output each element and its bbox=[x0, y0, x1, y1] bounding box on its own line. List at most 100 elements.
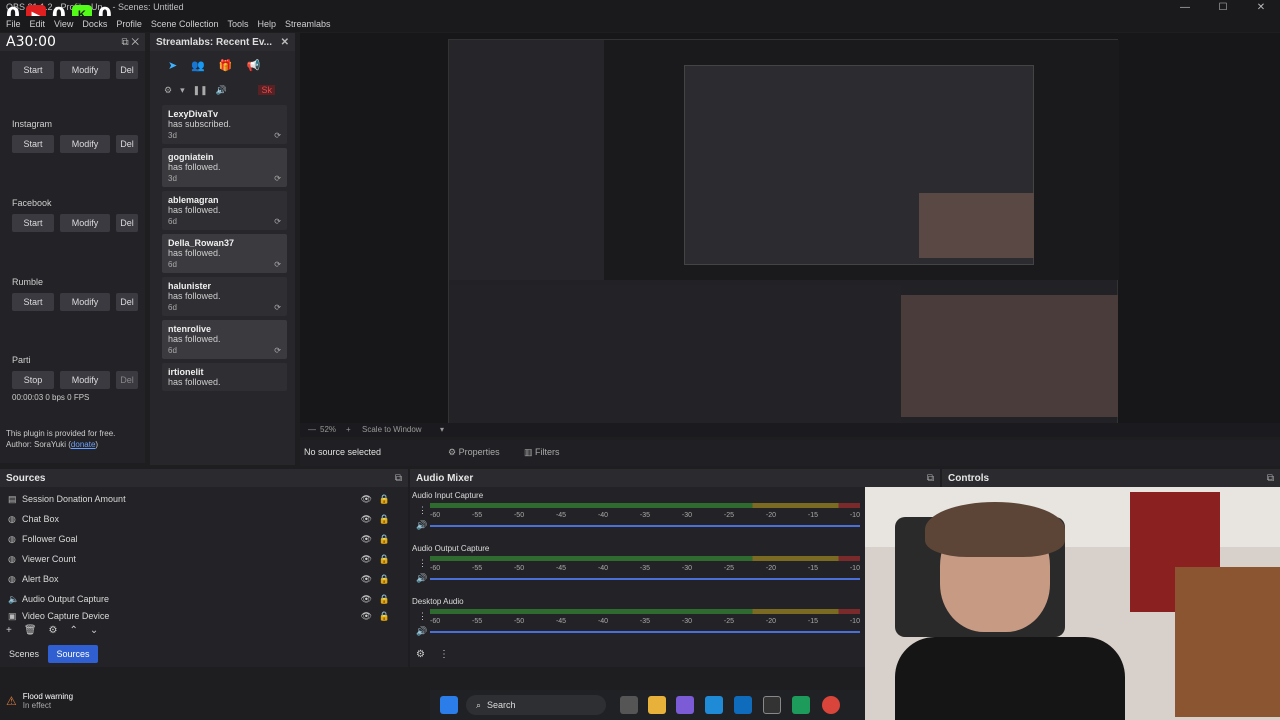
modify-button[interactable]: Modify bbox=[60, 214, 110, 232]
speaker-icon[interactable]: 🔊 bbox=[416, 626, 427, 637]
move-down-icon[interactable]: ⌄ bbox=[90, 625, 98, 636]
tab-scenes[interactable]: Scenes bbox=[0, 645, 48, 663]
modify-button[interactable]: Modify bbox=[60, 293, 110, 311]
source-item[interactable]: ◍ Chat Box 👁 🔒 bbox=[0, 509, 408, 529]
kebab-menu-icon[interactable]: ⋮ bbox=[418, 558, 427, 569]
lock-icon[interactable]: 🔒 bbox=[379, 534, 390, 545]
windows-start-icon[interactable] bbox=[440, 696, 458, 714]
kebab-menu-icon[interactable]: ⋮ bbox=[418, 611, 427, 622]
visibility-icon[interactable]: 👁 bbox=[361, 514, 372, 525]
lock-icon[interactable]: 🔒 bbox=[379, 594, 390, 605]
visibility-icon[interactable]: 👁 bbox=[361, 594, 372, 605]
dock-float-icon[interactable]: ⧉ bbox=[395, 473, 402, 484]
visibility-icon[interactable]: 👁 bbox=[361, 554, 372, 565]
menu-help[interactable]: Help bbox=[257, 16, 285, 32]
delete-button[interactable]: Del bbox=[116, 61, 138, 79]
gear-icon[interactable]: ⚙ bbox=[49, 625, 58, 636]
menu-scene-collection[interactable]: Scene Collection bbox=[151, 16, 228, 32]
copilot-icon[interactable] bbox=[676, 696, 694, 714]
add-icon[interactable]: + bbox=[6, 625, 12, 636]
properties-button[interactable]: ⚙ Properties bbox=[448, 447, 500, 458]
lock-icon[interactable]: 🔒 bbox=[379, 554, 390, 565]
replay-icon[interactable]: ⟳ bbox=[274, 260, 281, 269]
close-icon[interactable]: ✕ bbox=[281, 37, 289, 48]
delete-button[interactable]: Del bbox=[116, 293, 138, 311]
task-view-icon[interactable] bbox=[620, 696, 638, 714]
replay-icon[interactable]: ⟳ bbox=[274, 131, 281, 140]
source-item[interactable]: ◍ Viewer Count 👁 🔒 bbox=[0, 549, 408, 569]
minimize-button[interactable]: — bbox=[1166, 0, 1204, 16]
preview-canvas[interactable] bbox=[300, 33, 1280, 425]
taskbar-search[interactable]: ⌕ Search bbox=[466, 695, 606, 715]
source-item[interactable]: ▤ Session Donation Amount 👁 🔒 bbox=[0, 489, 408, 509]
tab-sources[interactable]: Sources bbox=[48, 645, 98, 663]
replay-icon[interactable]: ⟳ bbox=[274, 174, 281, 183]
filters-button[interactable]: ▥ Filters bbox=[524, 447, 560, 458]
dock-float-icon[interactable]: ⧉ bbox=[1267, 473, 1274, 484]
obs-icon[interactable] bbox=[763, 696, 781, 714]
volume-slider[interactable] bbox=[430, 631, 860, 633]
start-button[interactable]: Start bbox=[12, 61, 54, 79]
source-item[interactable]: ▣ Video Capture Device 👁 🔒 bbox=[0, 609, 408, 623]
menu-profile[interactable]: Profile bbox=[116, 16, 151, 32]
replay-icon[interactable]: ⟳ bbox=[274, 303, 281, 312]
modify-button[interactable]: Modify bbox=[60, 371, 110, 389]
trash-icon[interactable]: 🗑 bbox=[24, 625, 37, 636]
modify-button[interactable]: Modify bbox=[60, 135, 110, 153]
visibility-icon[interactable]: 👁 bbox=[361, 534, 372, 545]
gift-icon[interactable]: 🎁 bbox=[219, 59, 233, 72]
skip-button[interactable]: Sk bbox=[258, 85, 275, 95]
replay-icon[interactable]: ⟳ bbox=[274, 346, 281, 355]
visibility-icon[interactable]: 👁 bbox=[361, 494, 372, 505]
start-button[interactable]: Start bbox=[12, 214, 54, 232]
visibility-icon[interactable]: 👁 bbox=[361, 574, 372, 585]
zoom-in-icon[interactable]: + bbox=[346, 425, 351, 434]
start-button[interactable]: Start bbox=[12, 135, 54, 153]
chrome-icon[interactable] bbox=[822, 696, 840, 714]
close-button[interactable]: ✕ bbox=[1242, 0, 1280, 16]
users-icon[interactable]: 👥 bbox=[191, 59, 205, 72]
advanced-audio-icon[interactable]: ⚙ bbox=[416, 649, 425, 660]
settings-icon[interactable]: ⚙ bbox=[164, 85, 172, 96]
mixer-menu-icon[interactable]: ⋮ bbox=[439, 649, 449, 660]
donate-link[interactable]: donate bbox=[71, 440, 95, 449]
menu-docks[interactable]: Docks bbox=[82, 16, 116, 32]
outlook-icon[interactable] bbox=[734, 696, 752, 714]
delete-button[interactable]: Del bbox=[116, 371, 138, 389]
menu-view[interactable]: View bbox=[54, 16, 82, 32]
megaphone-icon[interactable]: 📢 bbox=[247, 59, 261, 72]
lock-icon[interactable]: 🔒 bbox=[379, 494, 390, 505]
visibility-icon[interactable]: 👁 bbox=[361, 611, 372, 622]
menu-streamlabs[interactable]: Streamlabs bbox=[285, 16, 340, 32]
kebab-menu-icon[interactable]: ⋮ bbox=[418, 505, 427, 516]
send-icon[interactable]: ➤ bbox=[168, 59, 177, 72]
maximize-button[interactable]: ☐ bbox=[1204, 0, 1242, 16]
dock-float-icon[interactable]: ⧉ bbox=[927, 473, 934, 484]
delete-button[interactable]: Del bbox=[116, 135, 138, 153]
menu-file[interactable]: File bbox=[6, 16, 30, 32]
source-item[interactable]: ◍ Follower Goal 👁 🔒 bbox=[0, 529, 408, 549]
replay-icon[interactable]: ⟳ bbox=[274, 217, 281, 226]
scale-mode[interactable]: Scale to Window bbox=[362, 425, 422, 434]
lock-icon[interactable]: 🔒 bbox=[379, 574, 390, 585]
filter-icon[interactable]: ▾ bbox=[180, 85, 185, 96]
lock-icon[interactable]: 🔒 bbox=[379, 611, 390, 622]
menu-edit[interactable]: Edit bbox=[30, 16, 55, 32]
speaker-icon[interactable]: 🔊 bbox=[416, 520, 427, 531]
file-explorer-icon[interactable] bbox=[648, 696, 666, 714]
lock-icon[interactable]: 🔒 bbox=[379, 514, 390, 525]
stop-button[interactable]: Stop bbox=[12, 371, 54, 389]
zoom-out-icon[interactable]: — bbox=[308, 425, 316, 434]
volume-slider[interactable] bbox=[430, 525, 860, 527]
pause-icon[interactable]: ❚❚ bbox=[193, 85, 208, 96]
volume-icon[interactable]: 🔊 bbox=[216, 85, 227, 96]
source-item[interactable]: 🔈 Audio Output Capture 👁 🔒 bbox=[0, 589, 408, 609]
speaker-icon[interactable]: 🔊 bbox=[416, 573, 427, 584]
source-item[interactable]: ◍ Alert Box 👁 🔒 bbox=[0, 569, 408, 589]
weather-notification[interactable]: ⚠ Flood warning In effect bbox=[6, 692, 73, 710]
move-up-icon[interactable]: ⌃ bbox=[70, 625, 78, 636]
edge-icon[interactable] bbox=[705, 696, 723, 714]
menu-tools[interactable]: Tools bbox=[227, 16, 257, 32]
start-button[interactable]: Start bbox=[12, 293, 54, 311]
modify-button[interactable]: Modify bbox=[60, 61, 110, 79]
